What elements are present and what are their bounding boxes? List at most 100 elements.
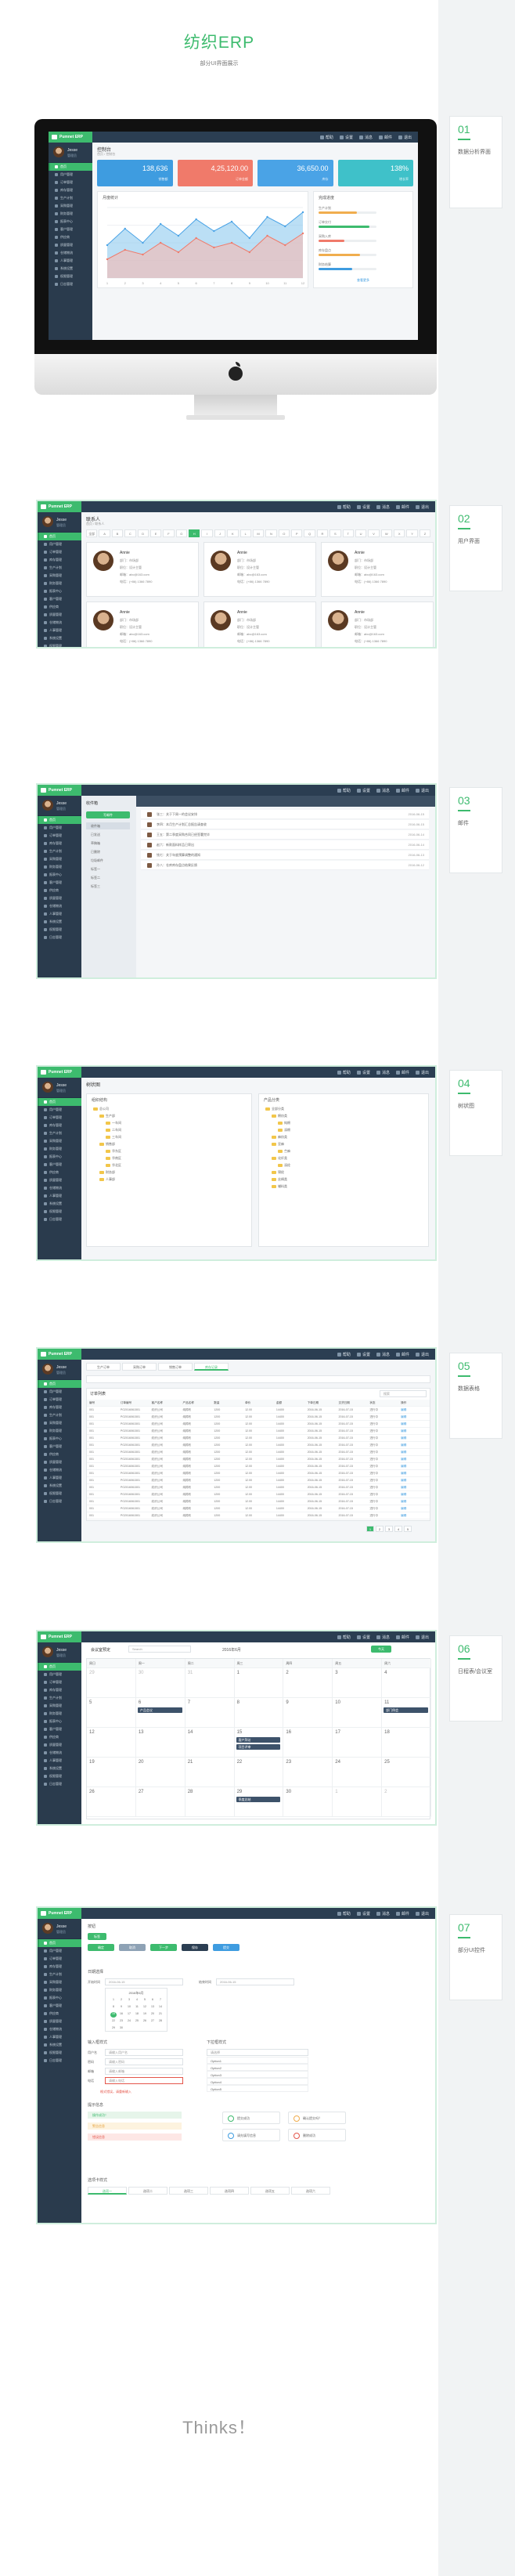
- contact-card[interactable]: Annie 部门：市场部 职位：设计主管 邮箱：abc@163.com 电话：(+86)…: [321, 542, 434, 597]
- sidebar-item[interactable]: 客户管理: [38, 1443, 81, 1451]
- topbar-item[interactable]: 退出: [398, 135, 412, 140]
- data-point[interactable]: [230, 220, 233, 223]
- topbar-item[interactable]: 消息: [376, 788, 390, 793]
- sidebar-item[interactable]: 客户管理: [49, 226, 92, 233]
- alphabet-filter-item[interactable]: V: [368, 529, 380, 537]
- sidebar-item[interactable]: 权限管理: [38, 1490, 81, 1498]
- mail-row[interactable]: 孙八：仓库库存盘点结果反馈 2016-06-12: [141, 861, 429, 870]
- tree-node[interactable]: 华东区: [106, 1149, 121, 1154]
- calendar-day-cell[interactable]: 1: [333, 1787, 383, 1817]
- select-option[interactable]: Option5: [207, 2085, 308, 2092]
- topbar-item[interactable]: 帮助: [319, 135, 333, 140]
- table-row[interactable]: 001 PO2016061501 纺织公司 纯棉布 1200 12.00 14400 2016…: [87, 1505, 430, 1512]
- app-logo[interactable]: Pumnet ERP: [38, 1067, 81, 1078]
- date-picker-day[interactable]: 3: [126, 1998, 132, 2003]
- table-header-cell[interactable]: 单价: [243, 1400, 274, 1406]
- message-card[interactable]: 请先填写信息: [222, 2129, 280, 2141]
- tree-node[interactable]: 三车间: [106, 1135, 121, 1140]
- alphabet-filter-item[interactable]: Q: [304, 529, 315, 537]
- contact-card[interactable]: Annie 部门：市场部 职位：设计主管 邮箱：abc@163.com 电话：(+86)…: [203, 542, 316, 597]
- topbar-item[interactable]: 消息: [376, 1352, 390, 1357]
- calendar-day-cell[interactable]: 14: [185, 1728, 235, 1758]
- topbar-item[interactable]: 邮件: [395, 1911, 409, 1917]
- mail-folder-item[interactable]: 已发送: [86, 831, 130, 838]
- date-picker-day[interactable]: 27: [149, 2019, 156, 2025]
- sidebar-item[interactable]: 采购管理: [38, 1419, 81, 1427]
- app-logo[interactable]: Pumnet ERP: [38, 785, 81, 796]
- sidebar-item[interactable]: 供应商: [38, 1451, 81, 1458]
- message-card[interactable]: 删除成功: [288, 2129, 346, 2141]
- today-button[interactable]: 今天: [371, 1646, 391, 1653]
- sidebar-item[interactable]: 权限管理: [38, 1772, 81, 1780]
- sidebar-item[interactable]: 权限管理: [38, 642, 81, 647]
- tree-node[interactable]: 麻纺类: [272, 1135, 287, 1140]
- sidebar-item[interactable]: 报表中心: [38, 1435, 81, 1443]
- mail-row[interactable]: 赵六：新款面料样品已寄出 2016-06-14: [141, 840, 429, 850]
- sidebar-item[interactable]: 人事管理: [38, 1192, 81, 1200]
- tab-item[interactable]: 选项五: [250, 2187, 290, 2195]
- table-row[interactable]: 001 PO2016061501 纺织公司 纯棉布 1200 12.00 14400 2016…: [87, 1470, 430, 1477]
- contact-card[interactable]: Annie 部门：市场部 职位：设计主管 邮箱：abc@163.com 电话：(+86)…: [86, 602, 199, 647]
- mail-folder-item[interactable]: 标签二: [86, 874, 130, 881]
- tree-node[interactable]: 纯棉: [278, 1121, 290, 1125]
- table-cell[interactable]: 编辑: [398, 1470, 430, 1476]
- data-point[interactable]: [106, 244, 109, 247]
- sidebar-item[interactable]: 用户管理: [38, 540, 81, 548]
- date-picker-day[interactable]: 4: [134, 1998, 140, 2003]
- table-header-cell[interactable]: 数量: [211, 1400, 243, 1406]
- sidebar-item[interactable]: 客户管理: [38, 1161, 81, 1169]
- form-field-input[interactable]: 请输入邮箱: [105, 2068, 183, 2075]
- calendar-day-cell[interactable]: 28: [185, 1787, 235, 1817]
- alphabet-filter-item[interactable]: N: [265, 529, 277, 537]
- table-header-cell[interactable]: 客户名称: [149, 1400, 181, 1406]
- sidebar-item[interactable]: 库存管理: [38, 1963, 81, 1971]
- sidebar-item[interactable]: 订单管理: [38, 548, 81, 556]
- date-picker-day[interactable]: 28: [157, 2019, 164, 2025]
- calendar-day-cell[interactable]: 22: [234, 1758, 284, 1787]
- sidebar-item[interactable]: 生产计划: [38, 1971, 81, 1978]
- date-picker-day[interactable]: 17: [126, 2012, 132, 2018]
- data-point[interactable]: [124, 227, 126, 230]
- table-header-cell[interactable]: 状态: [367, 1400, 398, 1406]
- sidebar-item[interactable]: 报表中心: [38, 587, 81, 595]
- sidebar-item[interactable]: 订单管理: [38, 1955, 81, 1963]
- tree-node[interactable]: 华南区: [106, 1156, 121, 1161]
- table-header-cell[interactable]: 下单日期: [305, 1400, 337, 1406]
- sidebar-item[interactable]: 人事管理: [38, 1757, 81, 1765]
- calendar-day-cell[interactable]: 18: [382, 1728, 431, 1758]
- sidebar-item[interactable]: 仓储物流: [49, 249, 92, 257]
- date-picker-day[interactable]: 16: [118, 2012, 124, 2018]
- topbar-item[interactable]: 设置: [356, 1070, 370, 1075]
- mail-row[interactable]: 钱七：关于年度预算调整的通知 2016-06-13: [141, 851, 429, 860]
- sidebar-item[interactable]: 首页: [38, 1098, 81, 1106]
- ui-button[interactable]: 下一步: [150, 1944, 177, 1951]
- sidebar-item[interactable]: 生产计划: [38, 1694, 81, 1702]
- date-picker-day[interactable]: 30: [118, 2026, 124, 2032]
- sidebar-item[interactable]: 财务管理: [38, 580, 81, 587]
- calendar-day-cell[interactable]: 23: [283, 1758, 333, 1787]
- ui-button[interactable]: 保存: [182, 1944, 208, 1951]
- topbar-item[interactable]: 设置: [356, 1635, 370, 1640]
- date-picker-day[interactable]: 26: [142, 2019, 148, 2025]
- topbar-item[interactable]: 消息: [358, 135, 373, 140]
- page-button[interactable]: 4: [394, 1526, 402, 1532]
- sidebar-item[interactable]: 仓储物流: [38, 1466, 81, 1474]
- sidebar-item[interactable]: 质量管理: [38, 894, 81, 902]
- tab-item[interactable]: 选项一: [88, 2187, 127, 2195]
- data-point[interactable]: [195, 218, 197, 221]
- sidebar-item[interactable]: 日志管理: [38, 934, 81, 941]
- date-picker-day[interactable]: 11: [134, 2005, 140, 2011]
- mail-row[interactable]: 李四：本月生产计划汇总报告请查收 2016-06-15: [141, 820, 429, 829]
- calendar-day-cell[interactable]: 10: [333, 1698, 383, 1728]
- data-point[interactable]: [266, 234, 268, 237]
- mail-folder-item[interactable]: 标签一: [86, 865, 130, 873]
- data-point[interactable]: [124, 248, 126, 251]
- sidebar-item[interactable]: 供应商: [38, 2010, 81, 2018]
- alphabet-filter-item[interactable]: Y: [406, 529, 418, 537]
- table-header-cell[interactable]: 操作: [398, 1400, 430, 1406]
- tree-node[interactable]: 亚麻: [272, 1142, 284, 1147]
- page-button[interactable]: 2: [376, 1526, 384, 1532]
- sidebar-item[interactable]: 质量管理: [38, 2018, 81, 2025]
- sidebar-item[interactable]: 订单管理: [38, 832, 81, 840]
- alphabet-filter-item[interactable]: R: [316, 529, 329, 537]
